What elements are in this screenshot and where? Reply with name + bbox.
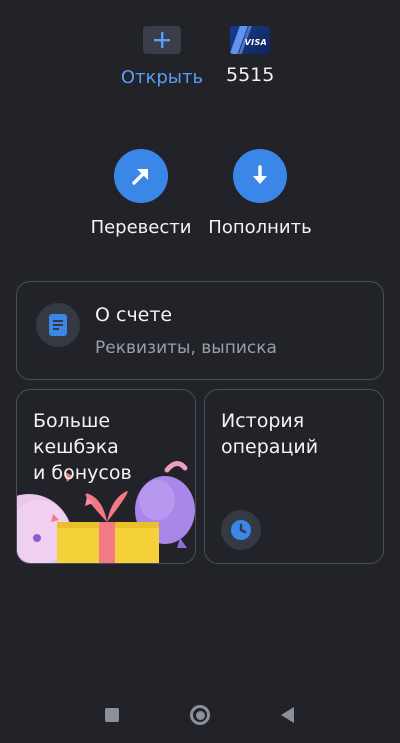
square-icon: [105, 708, 119, 722]
transfer-button[interactable]: Перевести: [84, 149, 198, 238]
recents-button[interactable]: [99, 702, 125, 728]
visa-card-icon: VISA: [230, 26, 270, 54]
home-button[interactable]: [187, 702, 213, 728]
circle-icon: [190, 705, 210, 725]
plus-icon: [143, 26, 181, 54]
account-info-subtitle: Реквизиты, выписка: [95, 338, 277, 358]
accounts-row: Открыть VISA 5515: [0, 26, 400, 116]
open-account-button[interactable]: Открыть: [118, 26, 206, 91]
card-brand: VISA: [244, 38, 267, 47]
card-number: 5515: [226, 64, 275, 86]
history-tile[interactable]: История операций: [204, 389, 384, 564]
cashback-title: Больше кешбэка и бонусов: [33, 410, 132, 484]
screen: Открыть VISA 5515 Перевести Пополнить О …: [0, 0, 400, 743]
top-up-label: Пополнить: [208, 217, 312, 238]
history-title: История операций: [221, 410, 319, 458]
back-button[interactable]: [274, 702, 300, 728]
account-info-card[interactable]: О счете Реквизиты, выписка: [16, 281, 384, 380]
system-navbar: [0, 690, 400, 743]
transfer-label: Перевести: [90, 217, 192, 238]
top-up-button[interactable]: Пополнить: [200, 149, 320, 238]
clock-icon: [221, 510, 261, 550]
arrow-up-right-icon: [114, 149, 168, 203]
open-account-label: Открыть: [120, 67, 204, 88]
card-item[interactable]: VISA 5515: [226, 26, 286, 86]
cashback-tile[interactable]: Больше кешбэка и бонусов: [16, 389, 196, 564]
arrow-down-icon: [233, 149, 287, 203]
triangle-back-icon: [281, 707, 294, 723]
account-info-title: О счете: [95, 304, 173, 326]
document-icon: [36, 303, 80, 347]
quick-actions: Перевести Пополнить: [0, 149, 400, 249]
